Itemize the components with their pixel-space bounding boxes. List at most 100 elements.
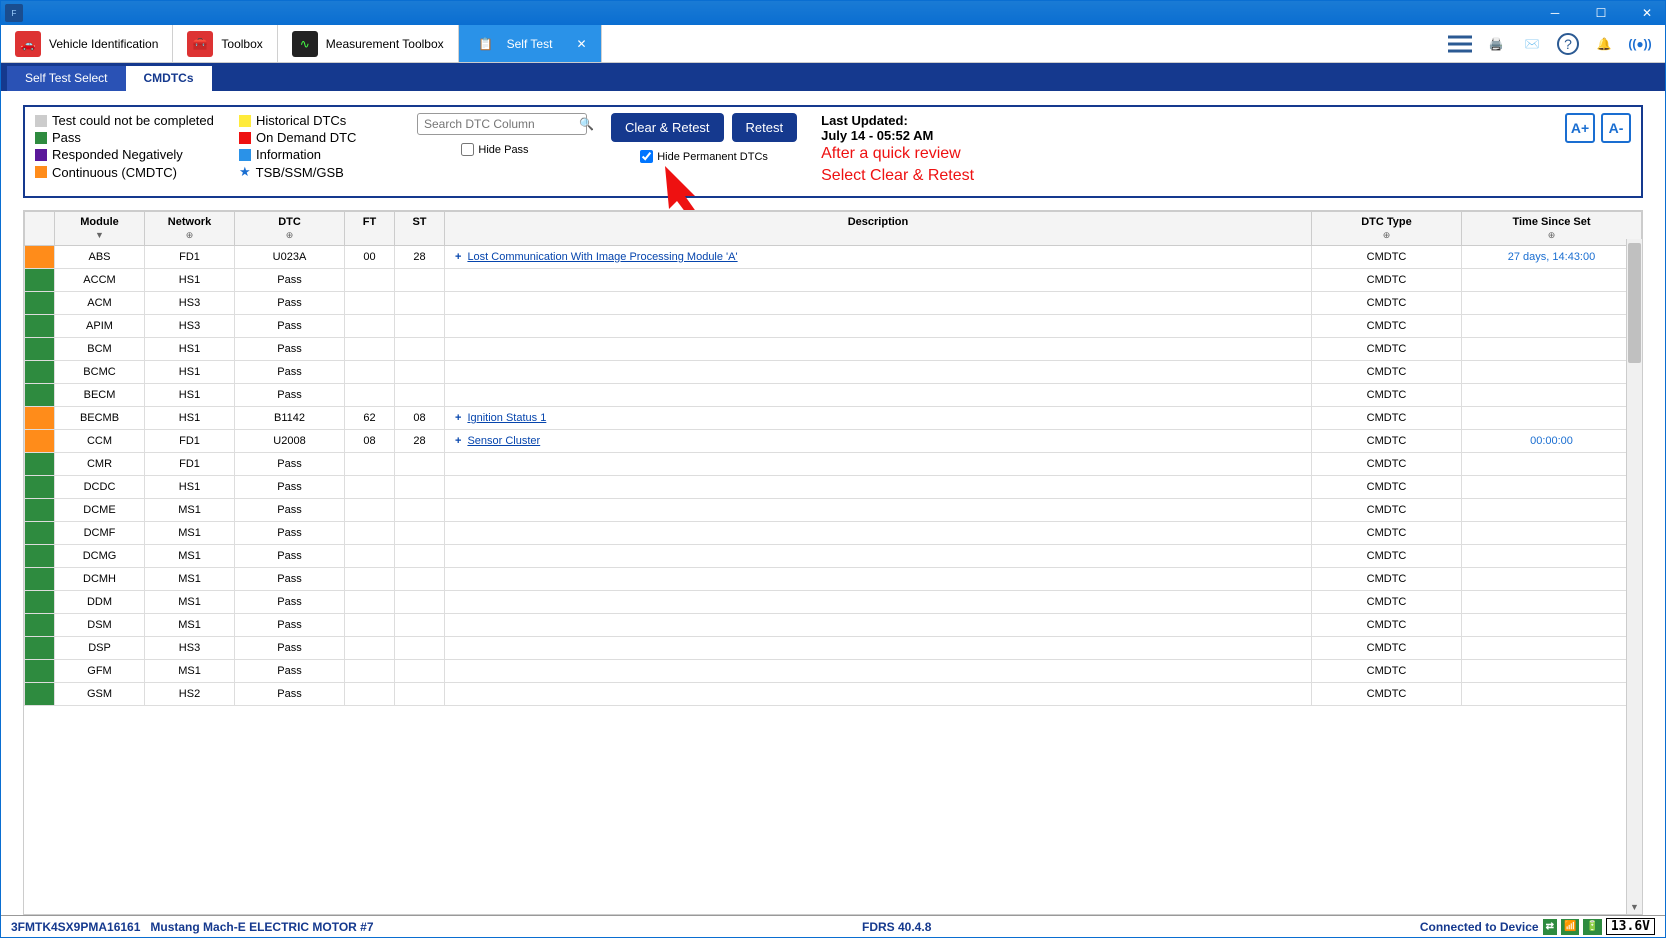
table-row[interactable]: APIMHS3PassCMDTC [25,314,1642,337]
table-row[interactable]: BCMHS1PassCMDTC [25,337,1642,360]
search-input[interactable] [424,117,579,131]
legend-item: ★TSB/SSM/GSB [239,164,389,180]
cell-description[interactable]: + Sensor Cluster [445,429,1312,452]
cell-dtc-type: CMDTC [1312,475,1462,498]
cell-ft [345,590,395,613]
help-icon[interactable]: ? [1555,31,1581,57]
tab-vehicle-identification[interactable]: 🚗 Vehicle Identification [1,25,173,62]
table-row[interactable]: BCMCHS1PassCMDTC [25,360,1642,383]
cell-network: MS1 [145,544,235,567]
cell-time-since-set [1462,544,1642,567]
description-link[interactable]: Ignition Status 1 [467,412,546,424]
column-header[interactable]: Network⊕ [145,211,235,245]
tab-measurement-toolbox[interactable]: ∿ Measurement Toolbox [278,25,459,62]
expand-icon[interactable]: + [455,435,461,447]
cell-st [395,613,445,636]
cell-st [395,590,445,613]
table-row[interactable]: ABSFD1U023A0028+Lost Communication With … [25,245,1642,268]
cell-module: CCM [55,429,145,452]
cell-dtc: Pass [235,498,345,521]
cell-dtc: U023A [235,245,345,268]
scroll-down-icon[interactable]: ▼ [1627,900,1642,914]
status-indicator [25,429,55,452]
table-row[interactable]: DDMMS1PassCMDTC [25,590,1642,613]
column-header[interactable]: FT [345,211,395,245]
column-header[interactable]: Description [445,211,1312,245]
cell-network: HS3 [145,314,235,337]
expand-icon[interactable]: + [455,412,461,424]
bell-icon[interactable]: 🔔 [1591,31,1617,57]
table-row[interactable]: DCMHMS1PassCMDTC [25,567,1642,590]
font-decrease-button[interactable]: A- [1601,113,1631,143]
table-row[interactable]: DSPHS3PassCMDTC [25,636,1642,659]
maximize-button[interactable]: ☐ [1587,3,1615,23]
tab-toolbox[interactable]: 🧰 Toolbox [173,25,277,62]
cell-st [395,544,445,567]
cell-description [445,452,1312,475]
font-increase-button[interactable]: A+ [1565,113,1595,143]
cell-dtc-type: CMDTC [1312,429,1462,452]
vertical-scrollbar[interactable]: ▲ ▼ [1626,239,1642,914]
cell-time-since-set [1462,268,1642,291]
cell-network: HS3 [145,636,235,659]
column-header[interactable]: ST [395,211,445,245]
cell-dtc: Pass [235,613,345,636]
cell-network: MS1 [145,567,235,590]
subtab-cmdtcs[interactable]: CMDTCs [126,66,212,91]
column-header[interactable]: DTC Type⊕ [1312,211,1462,245]
table-row[interactable]: DCMEMS1PassCMDTC [25,498,1642,521]
retest-button[interactable]: Retest [732,113,798,142]
cell-time-since-set [1462,613,1642,636]
content-area: Test could not be completedHistorical DT… [1,91,1665,915]
broadcast-icon[interactable]: ((●)) [1627,31,1653,57]
cell-ft [345,521,395,544]
column-header[interactable] [25,211,55,245]
tab-self-test[interactable]: 📋 Self Test ✕ [459,25,602,62]
status-indicator [25,498,55,521]
cell-description[interactable]: + Lost Communication With Image Processin… [445,245,1312,268]
print-icon[interactable]: 🖨️ [1483,31,1509,57]
cell-description[interactable]: + Ignition Status 1 [445,406,1312,429]
column-header[interactable]: Time Since Set⊕ [1462,211,1642,245]
description-link[interactable]: Sensor Cluster [467,435,540,447]
subtab-self-test-select[interactable]: Self Test Select [7,66,126,91]
table-row[interactable]: DCMFMS1PassCMDTC [25,521,1642,544]
table-row[interactable]: DCMGMS1PassCMDTC [25,544,1642,567]
cell-description [445,544,1312,567]
table-row[interactable]: BECMHS1PassCMDTC [25,383,1642,406]
table-row[interactable]: BECMBHS1B11426208+Ignition Status 1CMDTC [25,406,1642,429]
minimize-button[interactable]: ─ [1541,3,1569,23]
hide-pass-checkbox[interactable]: Hide Pass [403,143,587,156]
scrollbar-thumb[interactable] [1628,243,1641,363]
mail-icon[interactable]: ✉️ [1519,31,1545,57]
battery-icon: 🔋 [1583,919,1601,935]
status-indicator [25,383,55,406]
table-row[interactable]: ACMHS3PassCMDTC [25,291,1642,314]
description-link[interactable]: Lost Communication With Image Processing… [467,251,737,263]
table-row[interactable]: DSMMS1PassCMDTC [25,613,1642,636]
annotation-text: After a quick review Select Clear & Rete… [821,143,974,188]
cell-module: BCM [55,337,145,360]
toolbox-icon: 🧰 [187,31,213,57]
cell-dtc-type: CMDTC [1312,268,1462,291]
cell-st [395,383,445,406]
close-tab-icon[interactable]: ✕ [576,37,586,51]
window-titlebar: F ─ ☐ ✕ [1,1,1665,25]
search-icon[interactable]: 🔍 [579,117,594,131]
table-row[interactable]: CCMFD1U20080828+Sensor ClusterCMDTC00:00… [25,429,1642,452]
cell-dtc: Pass [235,659,345,682]
table-row[interactable]: GFMMS1PassCMDTC [25,659,1642,682]
table-row[interactable]: CMRFD1PassCMDTC [25,452,1642,475]
cell-dtc: Pass [235,475,345,498]
cell-st [395,682,445,705]
table-row[interactable]: ACCMHS1PassCMDTC [25,268,1642,291]
table-row[interactable]: GSMHS2PassCMDTC [25,682,1642,705]
menu-icon[interactable] [1447,31,1473,57]
table-row[interactable]: DCDCHS1PassCMDTC [25,475,1642,498]
column-header[interactable]: Module▼ [55,211,145,245]
clear-retest-button[interactable]: Clear & Retest [611,113,724,142]
expand-icon[interactable]: + [455,251,461,263]
close-button[interactable]: ✕ [1633,3,1661,23]
search-input-wrap[interactable]: 🔍 [417,113,587,135]
column-header[interactable]: DTC⊕ [235,211,345,245]
